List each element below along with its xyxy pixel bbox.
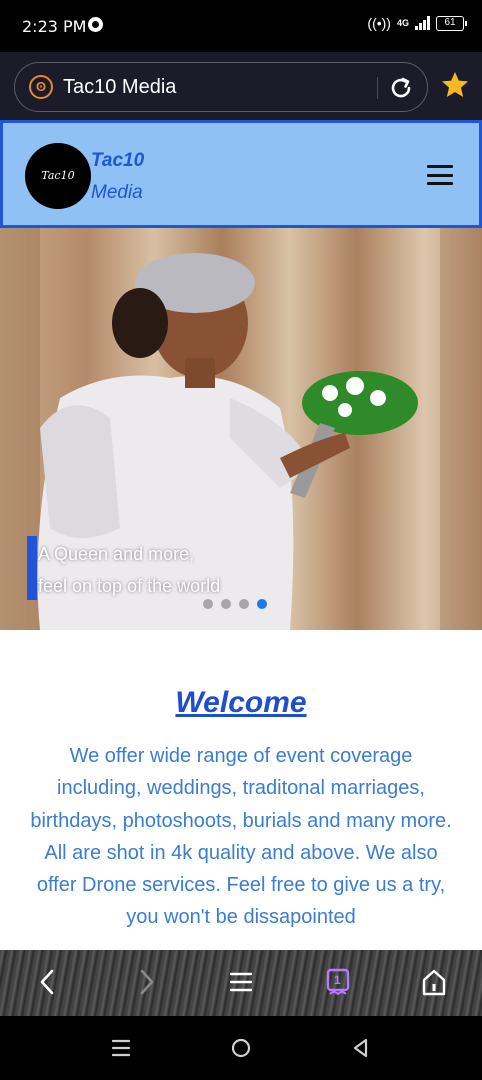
brand-name[interactable]: Tac10 Media [91,145,144,209]
hamburger-menu-icon[interactable] [427,165,453,185]
bookmark-star-icon[interactable] [440,70,470,100]
brand-line-2: Media [91,182,143,203]
battery-icon: 61 [436,15,467,31]
carousel-indicators [203,599,267,609]
welcome-paragraph: We offer wide range of event coverage in… [30,745,452,929]
caption-accent-bar [27,536,37,600]
signal-icon [415,16,430,30]
site-logo[interactable]: Tac10 [25,143,91,209]
site-shield-icon: ʘ [29,75,53,99]
site-header: Tac10 Tac10 Media [0,120,482,228]
network-type: 4G [396,17,409,28]
forward-icon[interactable] [128,964,164,1000]
home-icon[interactable] [416,964,452,1000]
caption-line-1: A Queen and more, [38,544,195,564]
brand-line-1: Tac10 [91,150,145,171]
address-bar[interactable]: ʘ Tac10 Media [14,62,428,112]
status-bar: 2:23 PM ((•)) 4G 61 [0,0,482,52]
carousel-dot[interactable] [203,599,213,609]
caption-line-2: feel on top of the world [38,576,221,596]
recents-icon[interactable] [109,1036,133,1060]
status-time: 2:23 PM [22,17,87,36]
tab-count: 1 [334,973,341,987]
browser-toolbar: ʘ Tac10 Media [0,52,482,120]
back-triangle-icon[interactable] [349,1036,373,1060]
hotspot-icon: ((•)) [367,15,391,31]
slide-caption: A Queen and more, feel on top of the wor… [38,538,220,602]
hero-carousel[interactable]: A Queen and more, feel on top of the wor… [0,228,482,630]
address-bar-title: Tac10 Media [63,76,177,98]
home-circle-icon[interactable] [229,1036,253,1060]
status-indicators: ((•)) 4G 61 [367,15,467,31]
carousel-dot-active[interactable] [257,599,267,609]
menu-icon[interactable] [223,964,259,1000]
welcome-heading: Welcome [175,686,307,719]
app-notification-icon [88,17,103,32]
address-divider [377,77,378,99]
carousel-dot[interactable] [221,599,231,609]
reload-icon[interactable] [387,74,415,102]
system-navigation-bar [0,1016,482,1080]
carousel-dot[interactable] [239,599,249,609]
browser-bottom-nav: 1 [0,950,482,1016]
back-icon[interactable] [30,964,66,1000]
